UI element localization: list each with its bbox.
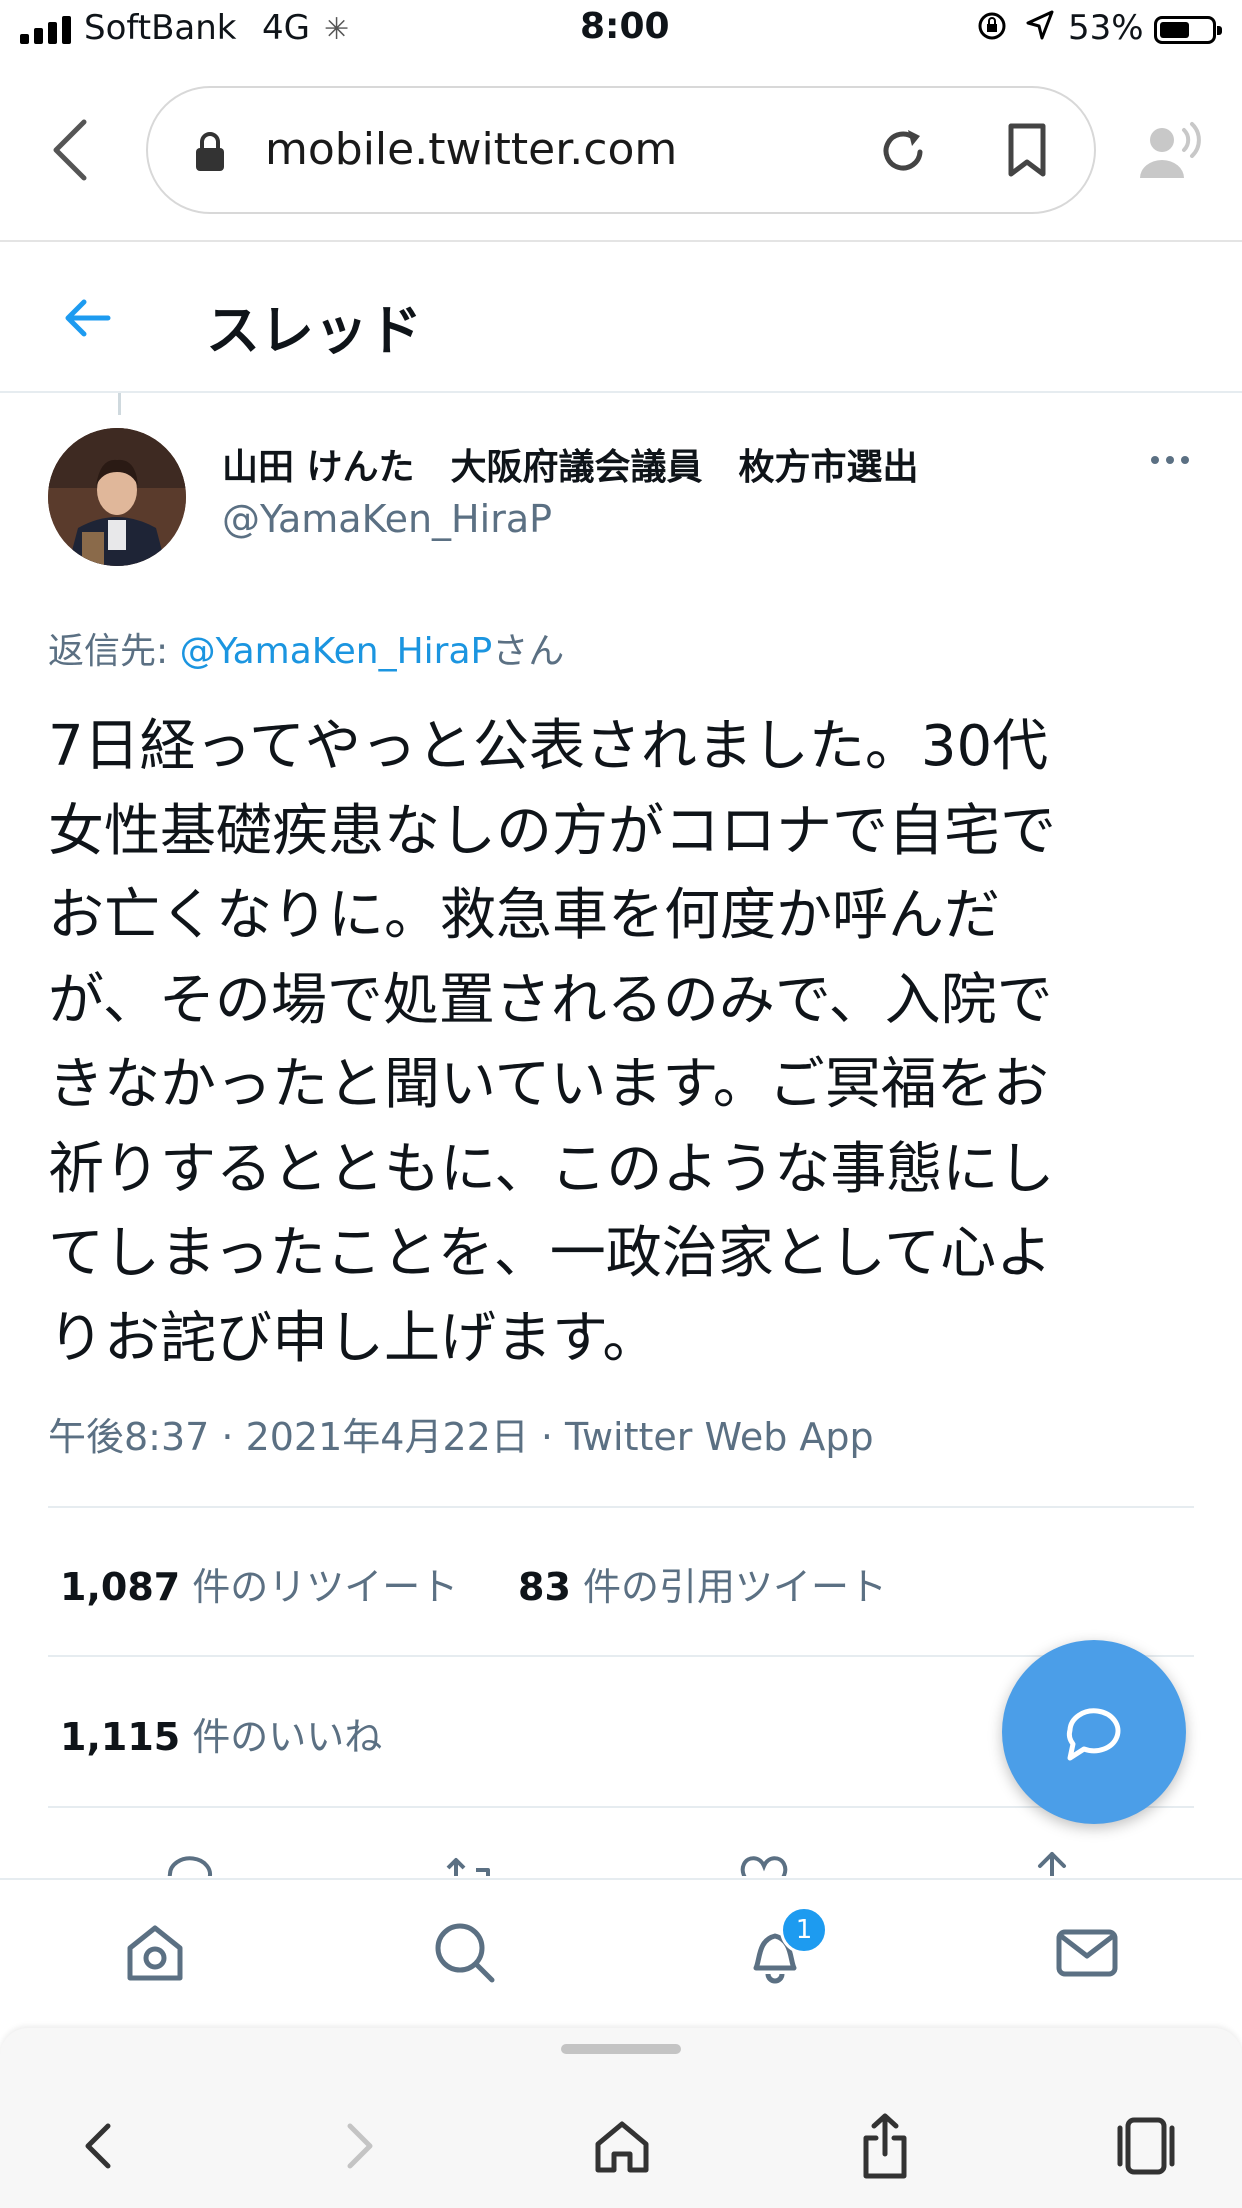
reply-prefix: 返信先: bbox=[48, 631, 180, 672]
tweet-line: 祈りするとともに、このような事態にし bbox=[48, 1136, 1055, 1202]
quotes-stat[interactable]: 83 件の引用ツイート bbox=[518, 1556, 887, 1611]
divider bbox=[0, 240, 1242, 242]
rotation-lock-icon bbox=[976, 10, 1008, 50]
thread-connector bbox=[118, 393, 121, 415]
more-options-icon[interactable] bbox=[1150, 450, 1190, 470]
divider bbox=[48, 1806, 1194, 1808]
browser-forward-icon[interactable] bbox=[340, 2112, 380, 2180]
tweet-line: てしまったことを、一政治家として心よ bbox=[48, 1221, 1053, 1286]
share-icon[interactable] bbox=[858, 2112, 912, 2180]
browser-back-icon[interactable] bbox=[50, 118, 90, 182]
search-icon[interactable] bbox=[432, 1920, 498, 1986]
carrier-label: SoftBank bbox=[84, 8, 237, 48]
likes-stat[interactable]: 1,115 件のいいね bbox=[60, 1706, 382, 1761]
retweet-icon[interactable] bbox=[444, 1848, 500, 1876]
battery-percent: 53% bbox=[1068, 8, 1144, 48]
tweet-line: 7日経ってやっと公表されました。30代 bbox=[48, 714, 1049, 779]
divider bbox=[0, 391, 1242, 393]
share-icon[interactable] bbox=[1024, 1848, 1080, 1876]
avatar[interactable] bbox=[48, 428, 186, 566]
reply-icon[interactable] bbox=[162, 1848, 218, 1876]
back-arrow-icon[interactable] bbox=[60, 296, 112, 340]
page-title: スレッド bbox=[206, 299, 422, 362]
lock-icon bbox=[194, 131, 226, 173]
location-icon bbox=[1024, 8, 1056, 50]
author-handle[interactable]: @YamaKen_HiraP bbox=[222, 497, 552, 541]
reply-mention-link[interactable]: @YamaKen_HiraP bbox=[180, 631, 493, 672]
tweet-text: 7日経ってやっと公表されました。30代 女性基礎疾患なしの方がコロナで自宅で お… bbox=[48, 705, 1198, 1381]
clock: 8:00 bbox=[580, 6, 670, 47]
retweets-label: 件のリツイート bbox=[180, 1565, 459, 1609]
reply-to-label: 返信先: @YamaKen_HiraPさん bbox=[48, 622, 564, 674]
url-text[interactable]: mobile.twitter.com bbox=[265, 124, 677, 175]
like-icon[interactable] bbox=[736, 1848, 792, 1876]
author-name[interactable]: 山田 けんた 大阪府議会議員 枚方市選出 bbox=[222, 438, 919, 490]
compose-reply-button[interactable] bbox=[1002, 1640, 1186, 1824]
likes-label: 件のいいね bbox=[180, 1715, 383, 1759]
divider bbox=[48, 1655, 1194, 1657]
reply-suffix: さん bbox=[492, 631, 565, 672]
retweets-count: 1,087 bbox=[60, 1565, 181, 1609]
grabber-handle[interactable] bbox=[561, 2044, 681, 2054]
notification-badge: 1 bbox=[780, 1906, 828, 1954]
battery-icon bbox=[1154, 16, 1222, 44]
tabs-icon[interactable] bbox=[1114, 2112, 1178, 2180]
home-icon[interactable] bbox=[122, 1920, 188, 1986]
likes-count: 1,115 bbox=[60, 1715, 181, 1759]
tweet-timestamp[interactable]: 午後8:37 · 2021年4月22日 · Twitter Web App bbox=[48, 1406, 874, 1461]
home-page-icon[interactable] bbox=[592, 2112, 652, 2180]
quotes-count: 83 bbox=[518, 1565, 571, 1609]
tweet-line: りお詫び申し上げます。 bbox=[48, 1305, 659, 1371]
divider bbox=[48, 1506, 1194, 1508]
tweet-line: 女性基礎疾患なしの方がコロナで自宅で bbox=[48, 798, 1056, 864]
tweet-line: が、その場で処置されるのみで、入院で bbox=[48, 967, 1053, 1033]
messages-icon[interactable] bbox=[1054, 1920, 1120, 1986]
network-type: 4G bbox=[262, 8, 310, 48]
retweets-stat[interactable]: 1,087 件のリツイート bbox=[60, 1556, 458, 1611]
reply-bubble-icon bbox=[1066, 1708, 1121, 1761]
loading-spinner-icon: ✳ bbox=[324, 12, 350, 47]
tweet-line: お亡くなりに。救急車を何度か呼んだ bbox=[48, 883, 1000, 948]
status-bar: SoftBank 4G ✳ 8:00 53% bbox=[0, 0, 1242, 62]
bookmark-icon[interactable] bbox=[1005, 122, 1049, 178]
text-to-speech-icon[interactable] bbox=[1136, 120, 1206, 182]
reload-icon[interactable] bbox=[878, 122, 930, 178]
browser-back-icon[interactable] bbox=[78, 2112, 118, 2180]
quotes-label: 件の引用ツイート bbox=[570, 1565, 887, 1609]
signal-icon bbox=[20, 14, 71, 44]
tweet-line: きなかったと聞いています。ご冥福をお bbox=[48, 1052, 1049, 1117]
